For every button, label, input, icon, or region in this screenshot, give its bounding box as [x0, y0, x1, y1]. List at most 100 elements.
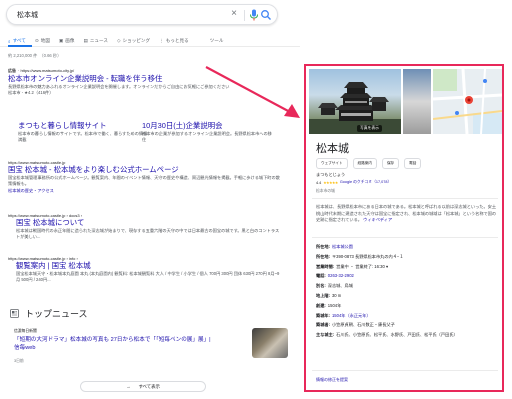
- map-pin-icon: ⊙: [34, 38, 39, 43]
- sitelink-snippet: 松本市の企業が参加するオンライン企業説明会。長野県松本市への移住: [142, 131, 272, 142]
- clear-icon[interactable]: ×: [231, 8, 237, 20]
- arrow-right-icon: →: [126, 384, 131, 389]
- ad-title[interactable]: 松本市オンライン企業説明会 - 転職を伴う移住: [8, 74, 280, 84]
- tab-label: ショッピング: [122, 38, 151, 43]
- fact-value[interactable]: 1504年（永正元年）: [332, 313, 371, 318]
- map-illustration: [433, 69, 502, 134]
- kp-title: 松本城: [316, 143, 349, 155]
- sitelink[interactable]: まつもと暮らし情報サイト 松本市の暮らし情報のサイトです。松本市で働く、暮らすた…: [18, 121, 148, 143]
- fact-value: 深志城、烏城: [327, 283, 353, 289]
- ad-url[interactable]: https://www.matsumoto-city.jp/: [20, 68, 74, 73]
- search-bar[interactable]: 松本城 ×: [6, 4, 278, 25]
- tab-tools[interactable]: ツール: [210, 36, 224, 46]
- fact-value[interactable]: 0263-32-2902: [328, 273, 354, 278]
- location-map[interactable]: [433, 69, 502, 134]
- fact-label: 創建:: [316, 302, 326, 308]
- fact-label: 築城年:: [316, 312, 330, 318]
- kp-reading: まつもとじょう: [316, 172, 346, 177]
- top-news-label: トップニュース: [25, 309, 88, 319]
- kp-rating: 4.4 ★★★★★ Google のクチコミ（17,078）: [316, 180, 391, 185]
- search-icon: ⌕: [8, 38, 11, 44]
- tab-label: ニュース: [89, 38, 108, 43]
- tab-maps[interactable]: ⊙ 地図: [35, 36, 50, 46]
- fact-row: 築城年: 1504年（永正元年）: [316, 311, 500, 321]
- fact-label: 所在地:: [316, 244, 330, 249]
- fact-row: 別名: 深志城、烏城: [316, 281, 500, 291]
- rating-value: 4.4: [316, 180, 322, 185]
- reviews-link[interactable]: Google のクチコミ（17,078）: [340, 180, 392, 185]
- tabs-divider: [0, 46, 300, 47]
- tab-label: ツール: [209, 38, 224, 43]
- news-source: 信濃毎日新聞: [14, 329, 37, 333]
- tab-news[interactable]: ▤ ニュース: [83, 36, 108, 46]
- directions-button[interactable]: 経路案内: [352, 158, 377, 169]
- result-sitelink[interactable]: 松本城の歴史・アクセス: [8, 187, 280, 194]
- news-thumbnail[interactable]: [252, 328, 288, 358]
- fact-row: 創建: 1504年: [316, 301, 500, 311]
- suggest-edit-link[interactable]: 情報の修正を提案: [316, 377, 348, 383]
- website-button[interactable]: ウェブサイト: [316, 158, 348, 169]
- castle-photo[interactable]: 写真を表示: [309, 69, 401, 134]
- sitelink-title[interactable]: まつもと暮らし情報サイト: [18, 121, 148, 131]
- kp-divider: [312, 237, 498, 238]
- fact-label: 地上階:: [316, 292, 330, 298]
- fact-row: 営業時間: 営業中 ・ 営業終了: 16:30 ▾: [316, 262, 500, 272]
- tab-label: 画像: [65, 38, 75, 43]
- result-snippet: 松本城は戦国時代の永正年間に造られた深志城が始まりで、現存する五重六階の天守の中…: [16, 228, 280, 239]
- castle-thumbnail[interactable]: [403, 69, 431, 134]
- microphone-icon[interactable]: [249, 9, 259, 21]
- news-title[interactable]: 「短期の大河ドラマ」松本城の写真も 27日から松本で「「短毎ペンの展」展」| 信…: [14, 337, 214, 352]
- fact-value[interactable]: 松本城公園: [332, 244, 353, 249]
- show-all-label: すべて表示: [138, 383, 160, 389]
- castle-illustration: [309, 82, 401, 134]
- result-snippet: 国宝松本城管理事務所の公式ホームページ。観覧案内、年間のイベント情報、天守の歴史…: [8, 175, 280, 186]
- fact-row: 所在地: 松本城公園: [316, 242, 500, 252]
- fact-row: 地上階: 30 m: [316, 291, 500, 301]
- result-snippet: 国宝松本城天守・松本城本丸庭園 本丸 (本丸庭園内) 観覧料: 松本城観覧料 大…: [16, 271, 280, 282]
- tag-icon: ◇: [116, 38, 121, 43]
- fact-value: 1504年: [327, 302, 342, 308]
- fact-label: 別名:: [316, 283, 326, 289]
- tab-shopping[interactable]: ◇ ショッピング: [117, 36, 150, 46]
- tab-label: 地図: [40, 38, 50, 43]
- search-result: https://www.matsumoto-castle.jp › info ›…: [8, 256, 280, 283]
- show-all-news-button[interactable]: → すべて表示: [80, 381, 206, 392]
- tab-images[interactable]: ▣ 画像: [59, 36, 75, 46]
- news-card[interactable]: 信濃毎日新聞 「短期の大河ドラマ」松本城の写真も 27日から松本で「「短毎ペンの…: [8, 328, 288, 366]
- kp-description: 松本城は、長野県松本市にある日本の城である。松本城と呼ばれる以前は深志城といった…: [316, 204, 498, 224]
- show-photos-badge[interactable]: 写真を表示: [357, 125, 382, 132]
- save-button[interactable]: 保存: [381, 158, 400, 169]
- sitelink[interactable]: 10月30日(土)企業説明会 松本市の企業が参加するオンライン企業説明会。長野県…: [142, 121, 272, 143]
- top-news-heading: トップニュース: [10, 307, 88, 320]
- search-icon[interactable]: [260, 9, 272, 21]
- fact-row: 所在地: 〒390-0873 長野県松本市丸の内４−１: [316, 252, 500, 262]
- tab-more[interactable]: ⋮ もっと見る: [159, 36, 189, 46]
- search-tabs: ⌕ すべて ⊙ 地図 ▣ 画像 ▤ ニュース ◇ ショッピング ⋮ もっと見る ツール: [8, 36, 223, 46]
- fact-label: 営業時間:: [316, 263, 335, 269]
- result-title[interactable]: 国宝 松本城 - 松本城をより楽しむ公式ホームページ: [8, 165, 280, 175]
- result-title[interactable]: 観覧案内 | 国宝 松本城: [16, 261, 280, 271]
- star-rating-icon: ★★★★★: [323, 181, 338, 185]
- fact-value[interactable]: 営業中 ・ 営業終了: 16:30 ▾: [336, 264, 388, 269]
- kp-category: 松本市の城: [316, 189, 335, 193]
- ad-label: 広告: [8, 68, 16, 73]
- wikipedia-link[interactable]: ウィキペディア: [363, 217, 392, 222]
- sitelink-title[interactable]: 10月30日(土)企業説明会: [142, 121, 272, 131]
- fact-label: 所在地:: [316, 253, 330, 259]
- fact-label: 主な城主:: [316, 332, 335, 338]
- news-icon: ▤: [83, 38, 88, 43]
- fact-value: 30 m: [331, 292, 342, 298]
- fact-row: 主な城主: 石川氏、小笠原氏、松平氏、水野氏、戸田氏、松平氏（戸田氏）: [316, 332, 500, 339]
- search-result: https://www.matsumoto-castle.jp 国宝 松本城 -…: [8, 160, 280, 194]
- fact-row: 電話: 0263-32-2902: [316, 271, 500, 281]
- fact-value: 〒390-0873 長野県松本市丸の内４−１: [331, 253, 404, 259]
- call-button[interactable]: 電話: [404, 158, 422, 169]
- kp-divider: [312, 370, 498, 371]
- fact-value: 石川氏、小笠原氏、松平氏、水野氏、戸田氏、松平氏（戸田氏）: [336, 332, 458, 338]
- more-icon: ⋮: [159, 38, 164, 43]
- search-query[interactable]: 松本城: [17, 10, 38, 20]
- result-title[interactable]: 国宝 松本城について: [16, 218, 280, 228]
- ad-result: 広告 · https://www.matsumoto-city.jp/ 松本市オン…: [8, 68, 280, 96]
- tab-label: もっと見る: [165, 38, 189, 43]
- search-divider: [244, 10, 245, 21]
